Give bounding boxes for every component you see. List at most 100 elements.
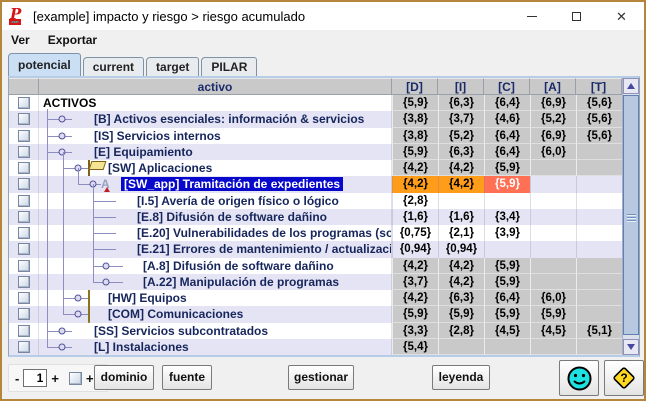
value-cell-D[interactable]: {4,2} xyxy=(392,258,438,274)
row-label[interactable]: [A.22] Manipulación de programas xyxy=(143,275,339,289)
value-cell-C[interactable]: {6,4} xyxy=(484,95,530,111)
help-button[interactable]: ? xyxy=(604,360,644,396)
value-cell-I[interactable]: {6,3} xyxy=(438,144,484,160)
value-cell-C[interactable]: {6,4} xyxy=(484,128,530,144)
mood-button[interactable] xyxy=(559,360,599,396)
value-cell-T[interactable] xyxy=(576,274,622,290)
table-row[interactable]: A[SW_app] Tramitación de expedientes{4,2… xyxy=(9,176,622,192)
expand-handle[interactable] xyxy=(75,295,82,302)
collapse-handle[interactable] xyxy=(59,148,66,155)
dominio-button[interactable]: dominio xyxy=(94,365,154,390)
value-cell-C[interactable] xyxy=(484,193,530,209)
value-cell-T[interactable] xyxy=(576,176,622,192)
value-cell-A[interactable] xyxy=(530,176,576,192)
column-header-I[interactable]: [I] xyxy=(438,78,484,95)
value-cell-C[interactable]: {4,5} xyxy=(484,323,530,339)
value-cell-D[interactable]: {0,75} xyxy=(392,225,438,241)
row-checkbox[interactable] xyxy=(18,162,30,174)
value-cell-A[interactable] xyxy=(530,209,576,225)
expand-handle[interactable] xyxy=(59,116,66,123)
value-cell-I[interactable]: {1,6} xyxy=(438,209,484,225)
value-cell-D[interactable]: {3,3} xyxy=(392,323,438,339)
row-checkbox[interactable] xyxy=(18,227,30,239)
value-cell-T[interactable] xyxy=(576,193,622,209)
value-cell-I[interactable]: {4,2} xyxy=(438,176,484,192)
tab-current[interactable]: current xyxy=(83,57,144,76)
value-cell-C[interactable]: {5,9} xyxy=(484,274,530,290)
value-cell-C[interactable]: {6,4} xyxy=(484,144,530,160)
row-checkbox[interactable] xyxy=(18,276,30,288)
value-cell-T[interactable] xyxy=(576,209,622,225)
value-cell-C[interactable]: {4,6} xyxy=(484,111,530,127)
row-checkbox[interactable] xyxy=(18,211,30,223)
table-row[interactable]: [SW] Aplicaciones{4,2}{4,2}{5,9} xyxy=(9,160,622,176)
expand-handle[interactable] xyxy=(103,262,110,269)
row-checkbox[interactable] xyxy=(18,260,30,272)
value-cell-I[interactable]: {6,3} xyxy=(438,290,484,306)
value-cell-I[interactable] xyxy=(438,339,484,355)
value-cell-A[interactable] xyxy=(530,225,576,241)
row-label[interactable]: [E.20] Vulnerabilidades de los programas… xyxy=(137,226,392,240)
value-cell-A[interactable] xyxy=(530,258,576,274)
value-cell-C[interactable] xyxy=(484,241,530,257)
value-cell-T[interactable] xyxy=(576,225,622,241)
row-label[interactable]: [I.5] Avería de origen físico o lógico xyxy=(137,194,339,208)
row-label[interactable]: ACTIVOS xyxy=(43,96,96,110)
row-checkbox[interactable] xyxy=(18,243,30,255)
leyenda-button[interactable]: leyenda xyxy=(432,365,490,390)
value-cell-D[interactable]: {0,94} xyxy=(392,241,438,257)
menu-exportar[interactable]: Exportar xyxy=(39,33,106,47)
value-cell-I[interactable]: {2,1} xyxy=(438,225,484,241)
row-checkbox[interactable] xyxy=(18,146,30,158)
tab-target[interactable]: target xyxy=(146,57,199,76)
value-cell-C[interactable] xyxy=(484,339,530,355)
value-cell-A[interactable]: {5,9} xyxy=(530,306,576,322)
row-label[interactable]: [COM] Comunicaciones xyxy=(108,307,243,321)
row-checkbox[interactable] xyxy=(18,292,30,304)
row-checkbox[interactable] xyxy=(18,195,30,207)
value-cell-T[interactable]: {5,6} xyxy=(576,128,622,144)
table-row[interactable]: [SS] Servicios subcontratados {3,3}{2,8}{… xyxy=(9,323,622,339)
value-cell-D[interactable]: {1,6} xyxy=(392,209,438,225)
value-cell-A[interactable] xyxy=(530,241,576,257)
table-row[interactable]: ACTIVOS{5,9}{6,3}{6,4}{6,9}{5,6} xyxy=(9,95,622,111)
value-cell-T[interactable] xyxy=(576,339,622,355)
table-row[interactable]: [IS] Servicios internos{3,8}{5,2}{6,4}{6… xyxy=(9,128,622,144)
tab-PILAR[interactable]: PILAR xyxy=(201,57,257,76)
value-cell-T[interactable] xyxy=(576,258,622,274)
table-row[interactable]: [COM] Comunicaciones{5,9}{5,9}{5,9}{5,9} xyxy=(9,306,622,322)
table-row[interactable]: ![I.5] Avería de origen físico o lógico{… xyxy=(9,193,622,209)
row-label[interactable]: [E] Equipamiento xyxy=(94,145,193,159)
row-checkbox[interactable] xyxy=(18,178,30,190)
row-label[interactable]: [IS] Servicios internos xyxy=(94,129,221,143)
row-label[interactable]: [E.8] Difusión de software dañino xyxy=(137,210,327,224)
spinner-decrement[interactable]: - xyxy=(15,371,19,386)
value-cell-I[interactable] xyxy=(438,193,484,209)
menu-ver[interactable]: Ver xyxy=(2,33,39,47)
row-label[interactable]: [E.21] Errores de mantenimiento / actual… xyxy=(137,242,392,256)
value-cell-D[interactable]: {3,7} xyxy=(392,274,438,290)
value-cell-D[interactable]: {5,9} xyxy=(392,306,438,322)
value-cell-C[interactable]: {6,4} xyxy=(484,290,530,306)
value-cell-D[interactable]: {2,8} xyxy=(392,193,438,209)
value-cell-C[interactable]: {3,4} xyxy=(484,209,530,225)
value-cell-A[interactable] xyxy=(530,274,576,290)
row-checkbox[interactable] xyxy=(18,341,30,353)
column-header-T[interactable]: [T] xyxy=(576,78,622,95)
table-row[interactable]: ![E.20] Vulnerabilidades de los programa… xyxy=(9,225,622,241)
spinner-value-field[interactable] xyxy=(23,369,47,387)
minimize-button[interactable] xyxy=(509,2,554,30)
value-cell-T[interactable] xyxy=(576,306,622,322)
value-cell-D[interactable]: {4,2} xyxy=(392,176,438,192)
value-cell-T[interactable] xyxy=(576,241,622,257)
value-cell-I[interactable]: {0,94} xyxy=(438,241,484,257)
scroll-down-button[interactable] xyxy=(623,339,639,355)
table-row[interactable]: ![A.22] Manipulación de programas{3,7}{4… xyxy=(9,274,622,290)
value-cell-I[interactable]: {2,8} xyxy=(438,323,484,339)
row-checkbox[interactable] xyxy=(18,130,30,142)
spinner-increment[interactable]: + xyxy=(51,371,59,386)
table-row[interactable]: ![E.8] Difusión de software dañino{1,6}{… xyxy=(9,209,622,225)
value-cell-C[interactable]: {5,9} xyxy=(484,258,530,274)
column-header-C[interactable]: [C] xyxy=(484,78,530,95)
row-label[interactable]: [SS] Servicios subcontratados xyxy=(94,324,268,338)
